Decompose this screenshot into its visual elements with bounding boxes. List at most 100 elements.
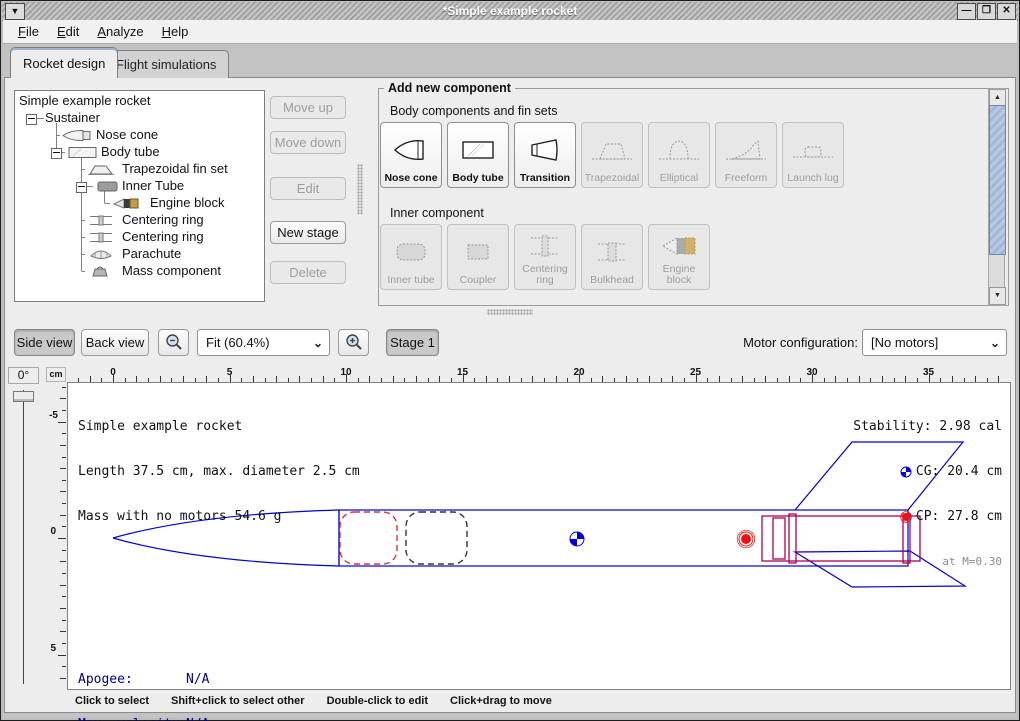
new-stage-button[interactable]: New stage xyxy=(270,221,346,244)
apogee-value: N/A xyxy=(186,672,209,687)
scrollbar-thumb[interactable] xyxy=(989,105,1006,255)
rotation-slider-handle[interactable] xyxy=(13,391,34,402)
expander-body-tube[interactable] xyxy=(51,148,62,159)
mass-component-icon xyxy=(89,265,113,278)
title-bar: ▼ *Simple example rocket — ❐ ✕ xyxy=(2,2,1018,21)
edit-button[interactable]: Edit xyxy=(270,177,346,200)
maximize-button[interactable]: ❐ xyxy=(977,3,996,20)
zoom-in-icon xyxy=(344,333,364,353)
max-velocity-label: Max. velocity: xyxy=(78,717,186,721)
add-component-title: Add new component xyxy=(384,81,515,95)
hint-click-select: Click to select xyxy=(75,695,149,707)
hint-shift-click: Shift+click to select other xyxy=(171,695,305,707)
tree-item-centering-ring-2[interactable]: Centering ring xyxy=(122,229,204,244)
parachute-icon xyxy=(87,248,115,261)
side-view-button[interactable]: Side view xyxy=(14,329,75,356)
zoom-in-button[interactable] xyxy=(338,329,369,356)
stability-info: Stability: 2.98 cal CG: 20.4 cm CP: 27.8… xyxy=(853,389,1002,599)
menu-analyze[interactable]: Analyze xyxy=(88,22,152,41)
tree-item-engine-block[interactable]: Engine block xyxy=(150,195,224,210)
scroll-down-icon[interactable]: ▼ xyxy=(989,287,1006,305)
chevron-down-icon: ⌄ xyxy=(984,336,1006,350)
tree-item-nose-cone[interactable]: Nose cone xyxy=(96,127,158,142)
nose-cone-button[interactable]: Nose cone xyxy=(380,122,442,188)
rotation-angle-label: 0° xyxy=(8,367,39,384)
rotation-slider-track[interactable] xyxy=(23,390,24,684)
motor-configuration-value: [No motors] xyxy=(863,335,984,350)
component-scrollbar[interactable]: ▲ ▼ xyxy=(988,88,1005,306)
chevron-down-icon: ⌄ xyxy=(307,336,329,350)
bulkhead-button[interactable]: Bulkhead xyxy=(581,224,643,290)
trapezoidal-fin-button-icon xyxy=(590,126,634,173)
expander-inner-tube[interactable] xyxy=(76,182,87,193)
engine-block-button[interactable]: Engine block xyxy=(648,224,710,290)
rocket-info: Simple example rocket Length 37.5 cm, ma… xyxy=(78,389,360,554)
delete-button[interactable]: Delete xyxy=(270,261,346,284)
cg-marker xyxy=(570,532,584,546)
launch-lug-button[interactable]: Launch lug xyxy=(782,122,844,188)
tab-rocket-design[interactable]: Rocket design xyxy=(10,47,118,78)
back-view-button[interactable]: Back view xyxy=(81,329,149,356)
launch-lug-button-icon xyxy=(791,126,835,173)
elliptical-fin-button-icon xyxy=(657,126,701,173)
tree-item-centering-ring-1[interactable]: Centering ring xyxy=(122,212,204,227)
minimize-button[interactable]: — xyxy=(957,3,976,20)
ruler-left-neg5: -5 xyxy=(49,410,58,421)
apogee-label: Apogee: xyxy=(78,672,186,687)
app-window: ▼ *Simple example rocket — ❐ ✕ File Edit… xyxy=(0,0,1020,721)
ruler-left-ticks: -5 0 5 xyxy=(46,382,66,690)
menu-file[interactable]: File xyxy=(9,22,48,41)
stage-1-toggle[interactable]: Stage 1 xyxy=(386,329,439,356)
cp-value: CP: 27.8 cm xyxy=(916,509,1002,524)
centering-ring-outline-1 xyxy=(789,514,796,563)
body-tube-button[interactable]: Body tube xyxy=(447,122,509,188)
cp-legend-icon xyxy=(900,511,912,523)
engine-block-icon xyxy=(112,197,140,210)
inner-tube-button-icon xyxy=(389,228,433,275)
tree-item-inner-tube[interactable]: Inner Tube xyxy=(122,178,184,193)
vertical-splitter[interactable] xyxy=(357,164,363,214)
transition-button-icon xyxy=(525,126,565,173)
centering-ring-button-icon xyxy=(523,228,567,264)
tree-item-body-tube[interactable]: Body tube xyxy=(101,144,160,159)
ruler-left-0: 0 xyxy=(50,526,56,537)
trapezoidal-fin-button[interactable]: Trapezoidal xyxy=(581,122,643,188)
move-up-button[interactable]: Move up xyxy=(270,96,346,119)
motor-configuration-select[interactable]: [No motors] ⌄ xyxy=(862,329,1007,356)
max-velocity-value: N/A xyxy=(186,717,209,721)
zoom-out-button[interactable] xyxy=(158,329,189,356)
elliptical-fin-button[interactable]: Elliptical xyxy=(648,122,710,188)
coupler-button[interactable]: Coupler xyxy=(447,224,509,290)
zoom-level-select[interactable]: Fit (60.4%) ⌄ xyxy=(197,329,330,356)
rocket-canvas[interactable]: Simple example rocket Length 37.5 cm, ma… xyxy=(67,382,1011,690)
nose-cone-icon xyxy=(61,129,93,142)
body-tube-outline xyxy=(339,510,908,566)
centering-ring-button[interactable]: Centering ring xyxy=(514,224,576,290)
tree-item-sustainer[interactable]: Sustainer xyxy=(45,110,100,125)
transition-button[interactable]: Transition xyxy=(514,122,576,188)
horizontal-splitter[interactable] xyxy=(487,309,533,315)
zoom-level-value: Fit (60.4%) xyxy=(198,335,307,350)
trapezoidal-fin-icon xyxy=(87,163,115,176)
freeform-fin-button-icon xyxy=(724,126,768,173)
tree-item-mass-component[interactable]: Mass component xyxy=(122,263,221,278)
tree-item-parachute[interactable]: Parachute xyxy=(122,246,181,261)
tab-flight-simulations[interactable]: Flight simulations xyxy=(103,50,229,78)
mach-note: at M=0.30 xyxy=(853,554,1002,569)
tree-item-rocket[interactable]: Simple example rocket xyxy=(19,93,151,108)
move-down-button[interactable]: Move down xyxy=(270,131,346,154)
hint-double-click: Double-click to edit xyxy=(327,695,428,707)
inner-tube-button[interactable]: Inner tube xyxy=(380,224,442,290)
menu-help[interactable]: Help xyxy=(153,22,198,41)
window-title: *Simple example rocket xyxy=(2,4,1018,18)
menu-bar: File Edit Analyze Help xyxy=(3,20,1017,44)
rocket-info-length: Length 37.5 cm, max. diameter 2.5 cm xyxy=(78,464,360,479)
menu-edit[interactable]: Edit xyxy=(48,22,88,41)
cg-value: CG: 20.4 cm xyxy=(916,464,1002,479)
status-bar: Click to select Shift+click to select ot… xyxy=(75,695,552,707)
tree-item-fin-set[interactable]: Trapezoidal fin set xyxy=(122,161,228,176)
component-tree[interactable]: Simple example rocket Sustainer Nose con… xyxy=(14,90,265,302)
close-button[interactable]: ✕ xyxy=(997,3,1016,20)
freeform-fin-button[interactable]: Freeform xyxy=(715,122,777,188)
expander-sustainer[interactable] xyxy=(26,114,37,125)
